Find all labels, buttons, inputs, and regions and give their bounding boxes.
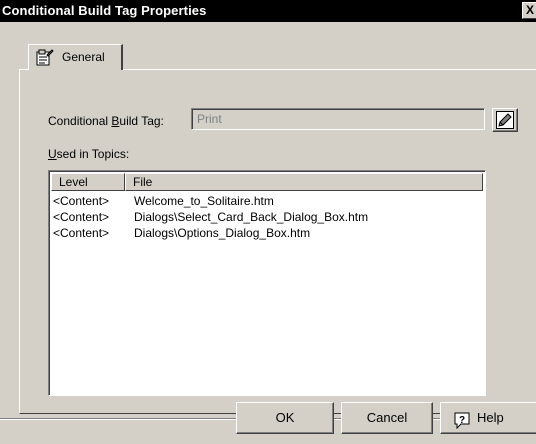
help-icon: ? — [453, 410, 471, 439]
cell-file: Dialogs\Select_Card_Back_Dialog_Box.htm — [134, 210, 369, 224]
list-item[interactable]: <Content> Dialogs\Select_Card_Back_Dialo… — [51, 209, 483, 225]
window-title: Conditional Build Tag Properties — [2, 3, 207, 18]
close-icon: X — [525, 3, 534, 17]
used-in-topics-label: Used in Topics: — [48, 147, 130, 161]
cell-level: <Content> — [53, 226, 110, 240]
help-button[interactable]: ? Help — [440, 402, 536, 434]
tab-general-label: General — [62, 50, 105, 64]
cell-file: Dialogs\Options_Dialog_Box.htm — [134, 226, 311, 240]
list-rows: <Content> Welcome_to_Solitaire.htm <Cont… — [51, 193, 483, 241]
svg-text:?: ? — [459, 415, 465, 426]
column-header-file[interactable]: File — [125, 173, 483, 191]
conditional-build-tag-field[interactable]: Print — [191, 108, 485, 130]
column-header-level[interactable]: Level — [51, 173, 125, 191]
ok-button[interactable]: OK — [236, 402, 334, 434]
properties-icon — [36, 49, 54, 66]
cell-level: <Content> — [53, 194, 110, 208]
cell-level: <Content> — [53, 210, 110, 224]
list-header: Level File — [51, 173, 483, 191]
conditional-build-tag-label: Conditional Build Tag: — [48, 114, 164, 128]
title-bar[interactable]: Conditional Build Tag Properties X — [0, 0, 536, 22]
tab-general[interactable]: General — [28, 44, 123, 70]
close-button[interactable]: X — [522, 2, 536, 19]
cancel-button[interactable]: Cancel — [341, 402, 433, 434]
list-item[interactable]: <Content> Welcome_to_Solitaire.htm — [51, 193, 483, 209]
help-label: Help — [477, 410, 504, 425]
topics-list[interactable]: Level File <Content> Welcome_to_Solitair… — [48, 170, 486, 396]
list-item[interactable]: <Content> Dialogs\Options_Dialog_Box.htm — [51, 225, 483, 241]
dialog-body: General Conditional Build Tag: Print Use… — [0, 22, 536, 444]
cell-file: Welcome_to_Solitaire.htm — [134, 194, 274, 208]
edit-tag-button[interactable] — [492, 108, 518, 132]
